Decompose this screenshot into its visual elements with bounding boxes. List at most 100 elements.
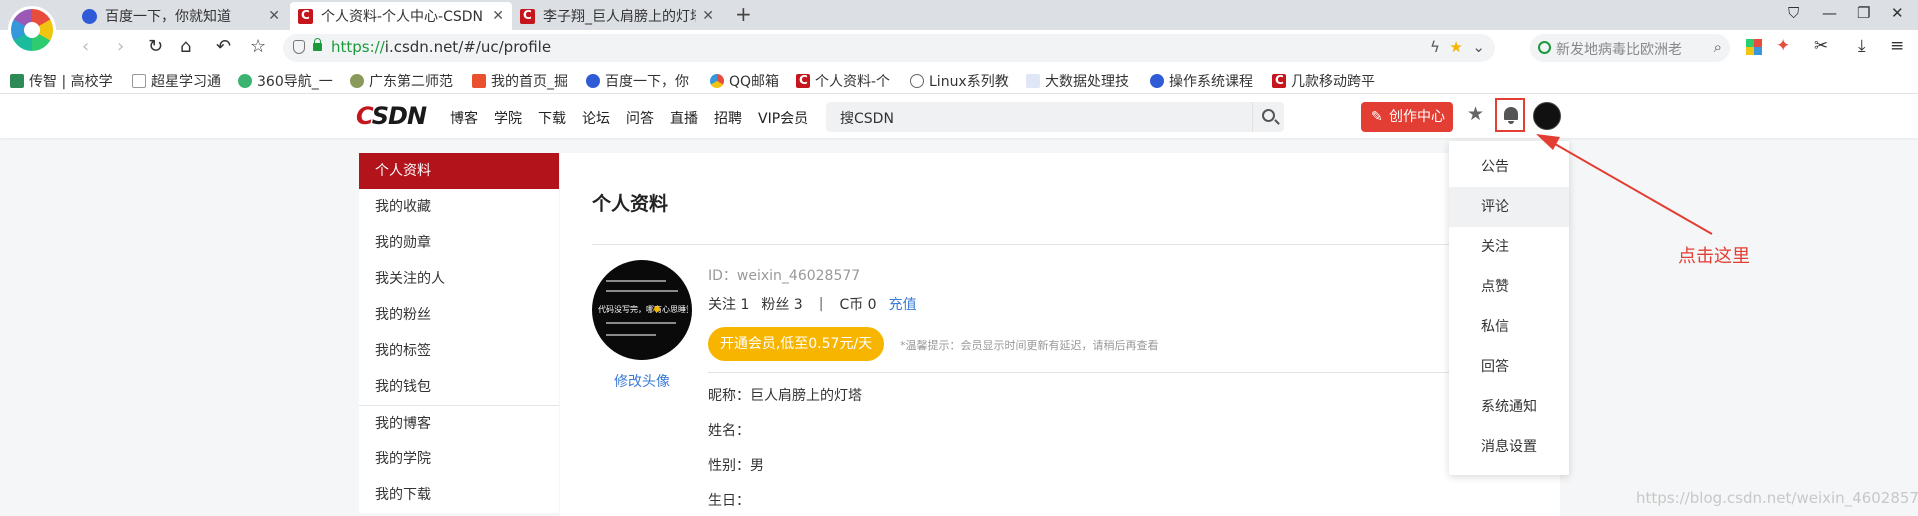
- restore-icon[interactable]: ❐: [1857, 4, 1870, 22]
- csdn-search-input[interactable]: 搜CSDN: [826, 102, 1284, 132]
- bookmark-item[interactable]: Linux系列教: [910, 71, 1009, 91]
- reload-icon[interactable]: ↻: [148, 36, 163, 57]
- change-avatar-link[interactable]: 修改头像: [614, 371, 670, 391]
- sidebar-item-downloads[interactable]: 我的下载: [359, 477, 559, 513]
- menu-icon[interactable]: ≡: [1890, 36, 1904, 56]
- undo-icon[interactable]: ↶: [216, 36, 231, 57]
- open-vip-button[interactable]: 开通会员,低至0.57元/天: [708, 327, 884, 361]
- lightning-icon[interactable]: ϟ: [1430, 38, 1440, 56]
- sidebar: 个人资料 我的收藏 我的勋章 我关注的人 我的粉丝 我的标签 我的钱包 我的博客…: [359, 153, 559, 513]
- bookmark-item[interactable]: 我的首页_掘: [472, 71, 568, 91]
- recharge-link[interactable]: 充值: [889, 294, 917, 314]
- chevron-down-icon[interactable]: ⌄: [1472, 38, 1485, 56]
- nav-academy[interactable]: 学院: [494, 108, 522, 128]
- close-icon[interactable]: ✕: [492, 8, 504, 24]
- menu-item-message-settings[interactable]: 消息设置: [1449, 427, 1569, 467]
- close-window-icon[interactable]: ✕: [1891, 4, 1904, 22]
- nav-qa[interactable]: 问答: [626, 108, 654, 128]
- user-stats: 关注 1 粉丝 3 | C币 0 充值: [708, 294, 917, 314]
- bookmark-item[interactable]: 个人资料-个: [796, 71, 890, 91]
- search-button[interactable]: [1252, 102, 1284, 132]
- create-center-button[interactable]: ✎ 创作中心: [1361, 102, 1453, 132]
- browser-tab-bar: 百度一下，你就知道 ✕ 个人资料-个人中心-CSDN ✕ 李子翔_巨人肩膀上的灯…: [0, 0, 1918, 54]
- search-icon[interactable]: ⌕: [1714, 38, 1722, 56]
- sidebar-item-medals[interactable]: 我的勋章: [359, 225, 559, 261]
- sidebar-item-fans[interactable]: 我的粉丝: [359, 297, 559, 333]
- qq-mail-icon: [710, 74, 724, 88]
- new-tab-icon[interactable]: +: [735, 2, 752, 26]
- sidebar-item-wallet[interactable]: 我的钱包: [359, 369, 559, 405]
- bookmark-item[interactable]: 360导航_一: [238, 71, 333, 91]
- notification-dropdown: 公告 评论 关注 点赞 私信 回答 系统通知 消息设置: [1449, 141, 1569, 475]
- watermark: https://blog.csdn.net/weixin_46028577: [1636, 489, 1918, 507]
- browser-search-input[interactable]: 新发地病毒比欧洲老 ⌕: [1530, 34, 1730, 62]
- bookmark-item[interactable]: QQ邮箱: [710, 71, 779, 91]
- apps-grid-icon[interactable]: [1746, 39, 1762, 55]
- tab-baidu[interactable]: 百度一下，你就知道 ✕: [74, 2, 288, 30]
- star-icon[interactable]: ★: [1467, 103, 1484, 125]
- gamepad-icon[interactable]: ✦: [1776, 36, 1790, 56]
- close-icon[interactable]: ✕: [268, 8, 280, 24]
- forward-icon[interactable]: ›: [117, 36, 124, 57]
- download-icon[interactable]: ⤓: [1858, 36, 1866, 56]
- sidebar-item-following[interactable]: 我关注的人: [359, 261, 559, 297]
- page-icon: [1026, 74, 1040, 88]
- menu-item-follows[interactable]: 关注: [1449, 227, 1569, 267]
- page-icon: [132, 74, 146, 88]
- scissors-icon[interactable]: ✂: [1814, 36, 1828, 56]
- baidu-icon: [82, 8, 97, 24]
- nav-jobs[interactable]: 招聘: [714, 108, 742, 128]
- profile-avatar[interactable]: 代码没写完，哪有心思睡觉: [592, 260, 692, 360]
- avatar-caption: 代码没写完，哪有心思睡觉: [598, 305, 688, 314]
- user-id: ID：weixin_46028577: [708, 268, 861, 284]
- 360-icon: [238, 74, 252, 88]
- vip-tip: *温馨提示：会员显示时间更新有延迟，请稍后再查看: [900, 339, 1159, 352]
- juejin-icon: [472, 74, 486, 88]
- nav-live[interactable]: 直播: [670, 108, 698, 128]
- menu-item-announcement[interactable]: 公告: [1449, 147, 1569, 187]
- sidebar-item-academy[interactable]: 我的学院: [359, 441, 559, 477]
- shirt-icon[interactable]: ⛉: [1788, 4, 1799, 22]
- sidebar-item-profile[interactable]: 个人资料: [359, 153, 559, 189]
- bookmark-star-icon[interactable]: ☆: [250, 36, 266, 57]
- menu-item-messages[interactable]: 私信: [1449, 307, 1569, 347]
- nav-forum[interactable]: 论坛: [582, 108, 610, 128]
- bookmarks-bar: 传智 | 高校学 超星学习通 360导航_一 广东第二师范 我的首页_掘 百度一…: [0, 66, 1918, 94]
- nav-blog[interactable]: 博客: [450, 108, 478, 128]
- close-icon[interactable]: ✕: [702, 8, 714, 24]
- nickname-field: 昵称：巨人肩膀上的灯塔: [708, 388, 862, 404]
- bookmark-item[interactable]: 传智 | 高校学: [10, 71, 113, 91]
- search-placeholder: 搜CSDN: [840, 111, 894, 127]
- sidebar-item-blog[interactable]: 我的博客: [359, 405, 559, 441]
- tab-csdn-blog[interactable]: 李子翔_巨人肩膀上的灯塔 ✕: [512, 2, 722, 30]
- nav-vip[interactable]: VIP会员: [758, 108, 808, 128]
- notification-button[interactable]: [1495, 98, 1525, 132]
- menu-item-comments[interactable]: 评论: [1449, 187, 1569, 227]
- sidebar-item-tags[interactable]: 我的标签: [359, 333, 559, 369]
- bookmark-item[interactable]: 几款移动跨平: [1272, 71, 1375, 91]
- favorite-star-icon[interactable]: ★: [1449, 38, 1462, 56]
- csdn-logo[interactable]: CSDN: [356, 102, 427, 130]
- menu-item-answers[interactable]: 回答: [1449, 347, 1569, 387]
- fans-count[interactable]: 粉丝 3: [761, 294, 802, 314]
- tab-csdn-profile[interactable]: 个人资料-个人中心-CSDN ✕: [290, 2, 512, 30]
- bookmark-item[interactable]: 操作系统课程: [1150, 71, 1253, 91]
- baidu-icon: [1150, 74, 1164, 88]
- url-input[interactable]: https://i.csdn.net/#/uc/profile ϟ ★ ⌄: [283, 34, 1495, 62]
- sidebar-item-favorites[interactable]: 我的收藏: [359, 189, 559, 225]
- minimize-icon[interactable]: —: [1822, 4, 1837, 22]
- linux-icon: [910, 74, 924, 88]
- back-icon[interactable]: ‹: [82, 36, 89, 57]
- bookmark-item[interactable]: 广东第二师范: [350, 71, 453, 91]
- school-icon: [350, 74, 364, 88]
- avatar[interactable]: [1533, 102, 1561, 130]
- follow-count[interactable]: 关注 1: [708, 294, 749, 314]
- menu-item-likes[interactable]: 点赞: [1449, 267, 1569, 307]
- nav-download[interactable]: 下载: [538, 108, 566, 128]
- bookmark-item[interactable]: 百度一下，你: [586, 71, 689, 91]
- menu-item-system-notice[interactable]: 系统通知: [1449, 387, 1569, 427]
- bookmark-item[interactable]: 超星学习通: [132, 71, 221, 91]
- bookmark-item[interactable]: 大数据处理技: [1026, 71, 1129, 91]
- url-text: https://i.csdn.net/#/uc/profile: [331, 38, 552, 56]
- home-icon[interactable]: ⌂: [180, 36, 191, 57]
